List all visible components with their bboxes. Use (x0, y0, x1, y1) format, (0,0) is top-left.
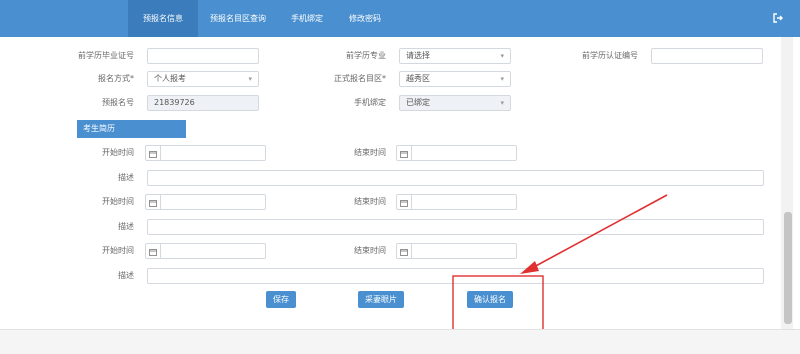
annotation-arrowhead (520, 261, 539, 274)
page-footer (0, 329, 800, 354)
scrollbar-thumb[interactable] (784, 212, 792, 324)
annotation-arrow-line (531, 194, 668, 269)
annotation-overlay (452, 194, 668, 331)
highlight-box (452, 275, 544, 331)
